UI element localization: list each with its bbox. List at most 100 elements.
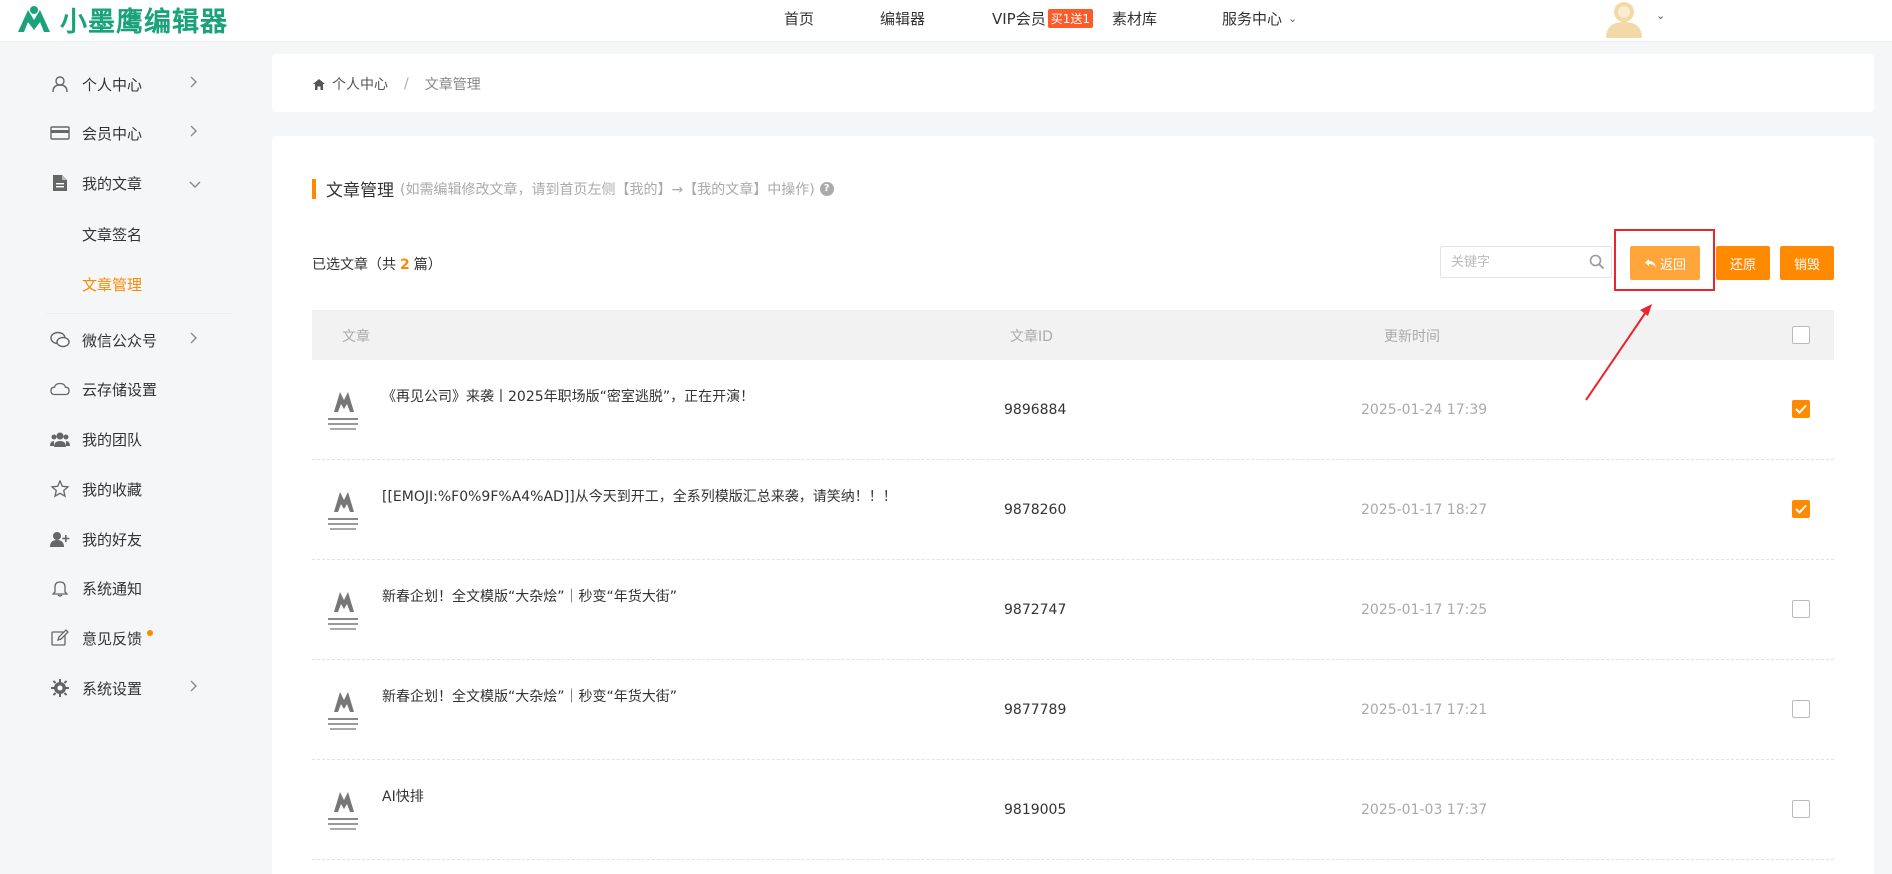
- article-id: 9877789: [1004, 702, 1067, 718]
- chevron-right-icon: [188, 75, 198, 93]
- article-title[interactable]: [[EMOJI:%F0%9F%A4%AD]]从今天到开工，全系列模版汇总来袭，请…: [382, 486, 897, 506]
- search-input[interactable]: [1441, 247, 1571, 277]
- search-icon[interactable]: [1589, 254, 1605, 274]
- sidebar-item-notifications[interactable]: 系统通知: [50, 573, 210, 603]
- article-id: 9872747: [1004, 602, 1067, 618]
- sidebar-item-personal[interactable]: 个人中心: [50, 69, 210, 99]
- sidebar-item-feedback[interactable]: 意见反馈: [50, 623, 210, 653]
- selected-count-value: 2: [400, 257, 410, 273]
- sidebar-item-wechat[interactable]: 微信公众号: [50, 325, 210, 355]
- article-thumbnail: [328, 692, 358, 730]
- row-checkbox[interactable]: [1792, 800, 1810, 818]
- article-id: 9896884: [1004, 402, 1067, 418]
- selected-count: 已选文章（共 2 篇）: [312, 254, 442, 274]
- sidebar-item-friends[interactable]: 我的好友: [50, 524, 210, 554]
- nav-materials[interactable]: 素材库: [1112, 0, 1157, 36]
- nav-home[interactable]: 首页: [784, 0, 814, 36]
- sidebar-item-cloud-storage[interactable]: 云存储设置: [50, 374, 210, 404]
- sidebar-item-favorites[interactable]: 我的收藏: [50, 474, 210, 504]
- article-title[interactable]: 《再见公司》来袭丨2025年职场版“密室逃脱”，正在开演！: [382, 386, 754, 406]
- sidebar-divider: [46, 313, 232, 314]
- section-title: 文章管理 (如需编辑修改文章，请到首页左侧【我的】→【我的文章】中操作) ?: [312, 176, 834, 201]
- sidebar-item-team[interactable]: 我的团队: [50, 424, 210, 454]
- edit-icon: [50, 628, 70, 648]
- title-accent-bar: [312, 178, 316, 199]
- sidebar-item-label: 系统通知: [82, 579, 143, 598]
- article-title[interactable]: 新春企划！全文模版“大杂烩”｜秒变“年货大街”: [382, 686, 677, 706]
- restore-button[interactable]: 还原: [1716, 246, 1770, 280]
- nav-service[interactable]: 服务中心 ⌄: [1222, 0, 1297, 36]
- star-icon: [50, 479, 70, 499]
- article-updated-time: 2025-01-24 17:39: [1361, 402, 1488, 418]
- article-id: 9819005: [1004, 802, 1067, 818]
- top-bar: 小墨鹰编辑器 首页 编辑器 VIP会员 买1送1 素材库 服务中心 ⌄ ⌄: [0, 0, 1892, 42]
- sidebar-item-label: 系统设置: [82, 679, 143, 698]
- sidebar-item-label: 我的团队: [82, 430, 143, 449]
- select-all-checkbox[interactable]: [1792, 326, 1810, 344]
- avatar[interactable]: [1600, 0, 1650, 38]
- logo[interactable]: 小墨鹰编辑器: [14, 2, 228, 38]
- article-updated-time: 2025-01-17 17:25: [1361, 602, 1488, 618]
- user-icon: [50, 74, 70, 94]
- cloud-icon: [50, 379, 70, 399]
- table-row: 新春企划！全文模版“大杂烩”｜秒变“年货大街” 9877789 2025-01-…: [312, 660, 1834, 760]
- column-header-time: 更新时间: [1384, 329, 1440, 345]
- nav-vip-label: VIP会员: [992, 9, 1046, 28]
- row-checkbox[interactable]: [1792, 700, 1810, 718]
- selected-suffix: 篇）: [413, 257, 442, 273]
- notification-dot: [147, 630, 154, 636]
- sidebar-item-label: 微信公众号: [82, 331, 158, 350]
- article-title[interactable]: AI快排: [382, 786, 424, 806]
- sidebar-item-label: 会员中心: [82, 124, 143, 143]
- article-thumbnail: [328, 792, 358, 830]
- nav-service-label: 服务中心: [1222, 9, 1283, 28]
- chevron-down-icon: [188, 176, 202, 194]
- column-header-id: 文章ID: [1010, 329, 1053, 345]
- article-thumbnail: [328, 392, 358, 430]
- wechat-icon: [50, 330, 70, 350]
- chevron-right-icon: [188, 679, 198, 697]
- table-row: 新春企划！全文模版“大杂烩”｜秒变“年货大街” 9872747 2025-01-…: [312, 560, 1834, 660]
- sidebar-item-my-articles[interactable]: 我的文章: [50, 168, 210, 198]
- sidebar-item-membership[interactable]: 会员中心: [50, 118, 210, 148]
- sidebar-item-label: 我的收藏: [82, 480, 143, 499]
- page-title: 文章管理: [326, 181, 394, 201]
- table-header: 文章 文章ID 更新时间: [312, 310, 1834, 360]
- breadcrumb-card: 个人中心 / 文章管理: [272, 54, 1874, 112]
- search-box: [1440, 246, 1612, 278]
- breadcrumb-current: 文章管理: [424, 77, 481, 93]
- column-header-article: 文章: [342, 329, 370, 345]
- table-row: [[EMOJI:%F0%9F%A4%AD]]从今天到开工，全系列模版汇总来袭，请…: [312, 460, 1834, 560]
- nav-editor[interactable]: 编辑器: [880, 0, 925, 36]
- document-icon: [50, 173, 70, 193]
- vip-badge: 买1送1: [1047, 8, 1094, 28]
- sidebar-item-label: 我的文章: [82, 174, 143, 193]
- help-icon[interactable]: ?: [819, 181, 834, 196]
- row-checkbox[interactable]: [1792, 500, 1810, 518]
- row-checkbox[interactable]: [1792, 600, 1810, 618]
- sidebar: 个人中心 会员中心 我的文章 文章签名 文章管理 微信公众号 云存储设置 我的团…: [0, 43, 240, 874]
- breadcrumb-home[interactable]: 个人中心: [332, 74, 388, 94]
- article-updated-time: 2025-01-17 17:21: [1361, 702, 1488, 718]
- breadcrumb-separator: /: [404, 76, 409, 92]
- sidebar-item-label: 云存储设置: [82, 380, 158, 399]
- avatar-chevron-down-icon[interactable]: ⌄: [1656, 9, 1665, 22]
- article-thumbnail: [328, 592, 358, 630]
- row-checkbox[interactable]: [1792, 400, 1810, 418]
- destroy-button[interactable]: 销毁: [1780, 246, 1834, 280]
- sidebar-item-settings[interactable]: 系统设置: [50, 673, 210, 703]
- brand-name: 小墨鹰编辑器: [60, 6, 228, 38]
- home-icon: [313, 78, 325, 90]
- breadcrumb: 个人中心 / 文章管理: [312, 74, 481, 94]
- sidebar-item-label: 意见反馈: [82, 629, 143, 648]
- logo-icon: [18, 6, 50, 32]
- sidebar-subitem-signature[interactable]: 文章签名: [82, 224, 142, 245]
- article-title[interactable]: 新春企划！全文模版“大杂烩”｜秒变“年货大街”: [382, 586, 677, 606]
- add-friend-icon: [50, 529, 70, 549]
- sidebar-item-label: 我的好友: [82, 530, 143, 549]
- article-management-panel: 文章管理 (如需编辑修改文章，请到首页左侧【我的】→【我的文章】中操作) ? 已…: [272, 136, 1874, 874]
- nav-vip[interactable]: VIP会员 买1送1: [992, 0, 1094, 36]
- annotation-highlight-box: [1614, 229, 1715, 291]
- article-thumbnail: [328, 492, 358, 530]
- sidebar-subitem-article-management[interactable]: 文章管理: [82, 274, 142, 295]
